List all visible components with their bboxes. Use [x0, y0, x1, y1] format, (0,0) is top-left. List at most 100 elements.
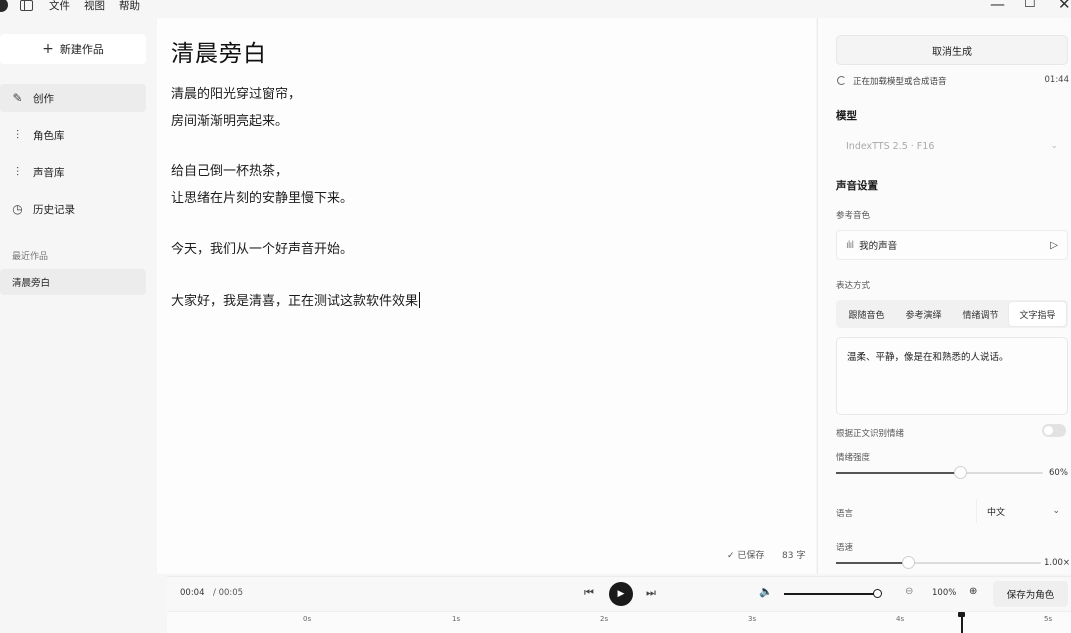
text-line: 让思绪在片刻的安静里慢下来。: [171, 191, 354, 206]
timeline[interactable]: 0s 1s 2s 3s 4s 5s: [167, 611, 1071, 633]
playhead[interactable]: [958, 612, 964, 633]
tab-emotion-adjust[interactable]: 情绪调节: [952, 302, 1009, 326]
close-button[interactable]: ✕: [1058, 0, 1071, 12]
timeline-tick: 5s: [1044, 615, 1053, 623]
reference-voice-value: 我的声音: [859, 241, 898, 252]
menu-view[interactable]: 视图: [84, 0, 105, 13]
maximize-button[interactable]: ☐: [1024, 0, 1036, 12]
slider-thumb[interactable]: [901, 556, 915, 569]
sidebar-item-label: 角色库: [33, 129, 65, 142]
sidebar-toggle-icon[interactable]: [20, 0, 33, 11]
settings-panel: 取消生成 正在加载模型或合成语音 01:44 模型 IndexTTS 2.5 ·…: [817, 18, 1071, 574]
sidebar-item-label: 创作: [33, 92, 54, 105]
expression-tabs: 跟随音色 参考演绎 情绪调节 文字指导: [836, 300, 1068, 328]
language-select[interactable]: 中文 ⌄: [976, 499, 1068, 523]
sidebar-item-history[interactable]: ◷ 历史记录: [0, 195, 146, 223]
auto-emotion-toggle[interactable]: [1042, 424, 1066, 437]
intensity-label: 情绪强度: [836, 453, 871, 463]
sidebar-item-label: 声音库: [33, 166, 65, 179]
text-caret: [419, 292, 421, 308]
waveform-icon: ılıl: [846, 239, 854, 251]
cancel-generation-button[interactable]: 取消生成: [836, 35, 1068, 65]
tab-text-guide[interactable]: 文字指导: [1009, 302, 1066, 326]
volume-icon[interactable]: 🔈: [759, 585, 773, 598]
skip-back-icon[interactable]: ⏮: [584, 586, 594, 600]
chevron-down-icon: ⌄: [1050, 141, 1058, 151]
chevron-down-icon: ⌄: [1052, 506, 1060, 516]
clock-icon: ◷: [12, 202, 23, 216]
slider-fill: [836, 562, 908, 564]
sidebar-item-voices[interactable]: ⫶ 声音库: [0, 158, 146, 186]
play-icon: ▶: [617, 589, 625, 599]
spinner-icon: [837, 76, 846, 85]
waveform-icon: ⫶: [15, 127, 19, 142]
skip-forward-icon[interactable]: ⏭: [646, 586, 656, 600]
reference-voice-label: 参考音色: [836, 211, 871, 221]
document-title[interactable]: 清晨旁白: [171, 34, 267, 68]
speed-value: 1.00×: [1044, 558, 1071, 568]
play-button[interactable]: ▶: [609, 582, 633, 606]
loading-status: 正在加载模型或合成语音 01:44: [837, 75, 1069, 87]
reference-voice-select[interactable]: ılıl 我的声音 ▷: [836, 230, 1068, 260]
sidebar-item-characters[interactable]: ⫶ 角色库: [0, 121, 146, 149]
voice-settings-heading: 声音设置: [836, 180, 878, 192]
text-line: 今天，我们从一个好声音开始。: [171, 242, 354, 257]
text-content: 大家好，我是清喜，正在测试这款软件效果: [171, 294, 419, 309]
audio-player: 00:04 / 00:05 ⏮ ▶ ⏭ 🔈 ⊖ 100% ⊕ 保存为角色 0s …: [167, 576, 1071, 633]
text-line: 清晨的阳光穿过窗帘，: [171, 87, 302, 102]
slider-fill: [836, 472, 961, 474]
new-work-label: 新建作品: [59, 43, 104, 56]
intensity-slider[interactable]: [836, 466, 1043, 479]
minimize-button[interactable]: —: [990, 0, 1005, 12]
sidebar-item-create[interactable]: ✎ 创作: [0, 84, 146, 112]
sidebar: + 新建作品 ✎ 创作 ⫶ 角色库 ⫶ 声音库 ◷ 历史记录 最近作品 清晨旁白: [0, 18, 157, 633]
editor-area[interactable]: 清晨旁白 清晨的阳光穿过窗帘， 房间渐渐明亮起来。 给自己倒一杯热茶， 让思绪在…: [157, 18, 816, 574]
language-value: 中文: [987, 507, 1006, 518]
paragraph-1[interactable]: 清晨的阳光穿过窗帘， 房间渐渐明亮起来。: [171, 81, 301, 135]
current-time: 00:04: [180, 588, 205, 598]
speed-slider[interactable]: [836, 556, 1041, 569]
paragraph-2[interactable]: 给自己倒一杯热茶， 让思绪在片刻的安静里慢下来。: [171, 158, 353, 212]
timeline-tick: 4s: [896, 615, 905, 623]
recent-work-item[interactable]: 清晨旁白: [0, 269, 146, 295]
text-guide-input[interactable]: 温柔、平静，像是在和熟悉的人说话。: [836, 337, 1068, 415]
expression-label: 表达方式: [836, 281, 871, 291]
volume-thumb[interactable]: [873, 589, 882, 598]
save-as-role-button[interactable]: 保存为角色: [993, 581, 1068, 607]
menu-file[interactable]: 文件: [49, 0, 70, 13]
volume-slider[interactable]: [784, 593, 878, 595]
pencil-icon: ✎: [12, 91, 23, 105]
timeline-tick: 3s: [748, 615, 757, 623]
timeline-tick: 2s: [600, 615, 609, 623]
menu-bar: 文件 视图 帮助 — ☐ ✕: [0, 0, 1071, 16]
play-preview-icon[interactable]: ▷: [1050, 240, 1058, 251]
waveform-icon: ⫶: [15, 164, 19, 179]
intensity-value: 60%: [1049, 468, 1068, 478]
new-work-button[interactable]: + 新建作品: [0, 34, 146, 64]
model-heading: 模型: [836, 110, 857, 122]
timeline-tick: 0s: [303, 615, 312, 623]
text-line: 给自己倒一杯热茶，: [171, 164, 289, 179]
total-time: / 00:05: [213, 588, 244, 598]
menu-help[interactable]: 帮助: [119, 0, 140, 13]
timeline-tick: 1s: [452, 615, 461, 623]
paragraph-3[interactable]: 今天，我们从一个好声音开始。: [171, 236, 353, 263]
sidebar-bottom: [0, 574, 167, 633]
sidebar-item-label: 历史记录: [33, 203, 75, 216]
tab-follow-voice[interactable]: 跟随音色: [838, 302, 895, 326]
zoom-in-icon[interactable]: ⊕: [969, 586, 977, 597]
paragraph-4[interactable]: 大家好，我是清喜，正在测试这款软件效果: [171, 288, 421, 315]
model-select[interactable]: IndexTTS 2.5 · F16 ⌄: [836, 131, 1068, 161]
slider-thumb[interactable]: [954, 466, 968, 479]
language-label: 语言: [836, 509, 854, 519]
app-logo-icon: [0, 0, 8, 12]
model-value: IndexTTS 2.5 · F16: [846, 140, 935, 152]
zoom-level: 100%: [932, 588, 957, 598]
recent-works-heading: 最近作品: [12, 252, 49, 262]
text-line: 房间渐渐明亮起来。: [171, 114, 289, 129]
tab-reference-performance[interactable]: 参考演绎: [895, 302, 952, 326]
zoom-out-icon[interactable]: ⊖: [905, 586, 913, 597]
saved-status: ✓ 已保存: [727, 551, 765, 561]
word-count: 83 字: [782, 551, 806, 561]
plus-icon: +: [42, 41, 54, 57]
